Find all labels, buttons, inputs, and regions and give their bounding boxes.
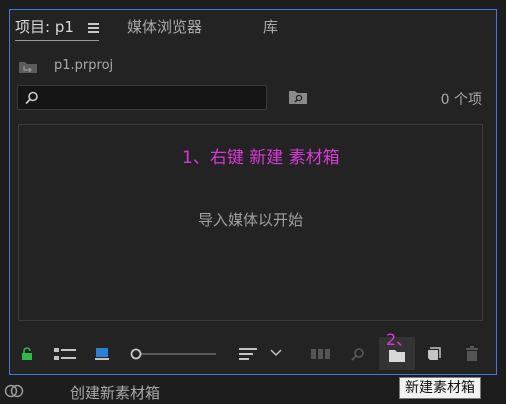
zoom-slider[interactable] xyxy=(129,347,217,361)
list-view-icon[interactable] xyxy=(54,347,76,361)
tab-project[interactable]: 项目: p1 xyxy=(15,16,74,37)
item-count: 0 个项 xyxy=(440,92,482,108)
bin-content-area[interactable]: 1、右键 新建 素材箱 导入媒体以开始 xyxy=(18,124,483,321)
find-disabled-icon xyxy=(351,348,364,361)
lock-icon[interactable] xyxy=(21,347,33,361)
search-icon xyxy=(25,91,38,105)
project-file-row: p1.prproj xyxy=(10,55,496,77)
tab-media-browser[interactable]: 媒体浏览器 xyxy=(127,16,202,37)
panel-toolbar xyxy=(10,336,496,372)
panel-menu-icon[interactable] xyxy=(88,23,99,33)
chevron-down-icon[interactable] xyxy=(270,349,282,357)
new-bin-tooltip: 新建素材箱 xyxy=(399,377,481,399)
new-item-icon[interactable] xyxy=(427,347,441,361)
sort-icon[interactable] xyxy=(239,347,259,361)
search-input[interactable] xyxy=(17,85,267,110)
empty-message: 导入媒体以开始 xyxy=(197,211,303,229)
freeform-view-icon[interactable] xyxy=(95,347,109,361)
status-message: 创建新素材箱 xyxy=(70,384,161,402)
find-icon[interactable] xyxy=(288,89,308,105)
trash-icon xyxy=(466,346,478,361)
tab-libraries[interactable]: 库 xyxy=(263,16,278,37)
active-tab-underline xyxy=(15,40,99,41)
annotation-step-1: 1、右键 新建 素材箱 xyxy=(182,148,340,168)
project-file-name: p1.prproj xyxy=(54,58,114,73)
project-folder-icon[interactable] xyxy=(18,59,38,74)
project-panel: 项目: p1 媒体浏览器 库 p1.prproj 0 个项 1、右键 新建 素材… xyxy=(9,9,497,375)
panel-tab-bar: 项目: p1 媒体浏览器 库 xyxy=(10,10,496,46)
automate-to-sequence-icon xyxy=(311,349,330,359)
new-bin-icon[interactable] xyxy=(388,349,406,363)
creative-cloud-icon[interactable] xyxy=(3,383,25,399)
